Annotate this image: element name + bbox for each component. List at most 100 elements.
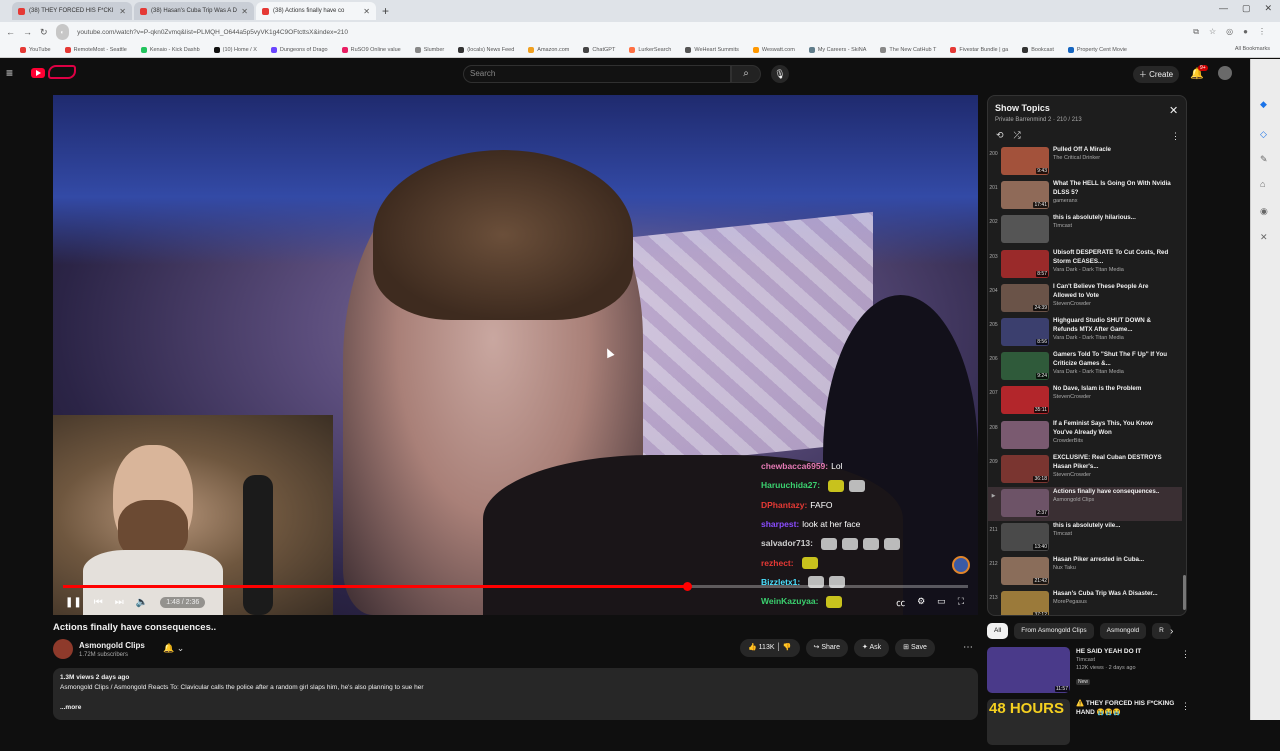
video-title[interactable]: No Dave, Islam is the Problem bbox=[1053, 384, 1171, 393]
game-icon[interactable]: ◉ bbox=[1260, 206, 1268, 217]
show-more-link[interactable]: ...more bbox=[60, 704, 971, 711]
tools-icon[interactable]: ✕ bbox=[1260, 232, 1268, 243]
close-tab-icon[interactable]: ✕ bbox=[241, 7, 248, 16]
subscribed-bell-icon[interactable]: 🔔 ⌄ bbox=[163, 643, 184, 654]
playlist-item[interactable]: 205 8:56 Highguard Studio SHUT DOWN & Refu… bbox=[988, 316, 1182, 350]
browser-tab[interactable]: (38) Hasan's Cuba Trip Was A D ✕ bbox=[134, 2, 254, 20]
extensions-icon[interactable]: ◎ bbox=[1226, 27, 1233, 37]
playlist-item[interactable]: 206 9:24 Gamers Told To "Shut The F Up" If… bbox=[988, 350, 1182, 384]
bookmark-item[interactable]: Weswatt.com bbox=[752, 46, 795, 53]
video-thumbnail[interactable]: 17:41 bbox=[1001, 181, 1049, 210]
microphone-icon[interactable]: 🎙 bbox=[771, 65, 789, 83]
fullscreen-icon[interactable]: ⛶ bbox=[958, 596, 964, 609]
playlist-item[interactable]: 208 If a Feminist Says This, You Know You… bbox=[988, 419, 1182, 453]
edit-icon[interactable]: ✎ bbox=[1260, 154, 1268, 165]
reload-icon[interactable]: ↻ bbox=[40, 27, 48, 38]
bookmark-item[interactable]: Property Cent Movie bbox=[1067, 46, 1127, 53]
playlist-item[interactable]: 207 35:11 No Dave, Islam is the Problem Ste… bbox=[988, 384, 1182, 418]
chip-all[interactable]: All bbox=[987, 623, 1009, 639]
bookmark-item[interactable]: RemoteMost - Seattle bbox=[64, 46, 127, 53]
bookmark-item[interactable]: RuSO9 Online value bbox=[341, 46, 401, 53]
bookmark-item[interactable]: (locals) News Feed bbox=[458, 46, 514, 53]
video-thumbnail[interactable]: 2:37 bbox=[1001, 488, 1049, 517]
pause-icon[interactable]: ❚❚ bbox=[65, 597, 82, 608]
volume-icon[interactable]: 🔈 bbox=[136, 597, 148, 608]
video-thumbnail[interactable]: 9:24 bbox=[1001, 352, 1049, 381]
bookmark-item[interactable]: My Careers - SkiNA bbox=[808, 46, 866, 53]
chip-from-channel[interactable]: From Asmongold Clips bbox=[1014, 623, 1094, 639]
ask-button[interactable]: ✦ Ask bbox=[854, 639, 890, 657]
video-title[interactable]: I Can't Believe These People Are Allowed… bbox=[1053, 282, 1171, 300]
save-button[interactable]: ⊞ Save bbox=[895, 639, 935, 657]
video-thumbnail[interactable]: 13:40 bbox=[1001, 523, 1049, 552]
profile-icon[interactable]: ● bbox=[1243, 27, 1248, 37]
video-progress-bar[interactable] bbox=[63, 582, 968, 591]
browser-tab-active[interactable]: (38) Actions finally have co ✕ bbox=[256, 2, 376, 20]
video-title[interactable]: What The HELL Is Going On With Nvidia DL… bbox=[1053, 179, 1171, 197]
video-thumbnail[interactable]: 24:39 bbox=[1001, 283, 1049, 312]
settings-gear-icon[interactable]: ⚙ bbox=[917, 596, 925, 609]
bookmark-item[interactable]: Dungeons of Drago bbox=[270, 46, 328, 53]
video-title[interactable]: ⚠️ THEY FORCED HIS F*CKING HAND 😭😭😭 bbox=[1076, 699, 1176, 717]
list-item[interactable]: 11:57 HE SAID YEAH DO IT Timcast 112K vi… bbox=[987, 647, 1197, 699]
loop-icon[interactable]: ⟲ bbox=[996, 130, 1004, 141]
bookmark-item[interactable]: ChatGPT bbox=[583, 46, 615, 53]
chip-more[interactable]: R bbox=[1152, 623, 1171, 639]
playlist-item[interactable]: 211 13:40 this is absolutely vile... Timcas… bbox=[988, 521, 1182, 555]
account-avatar[interactable] bbox=[1218, 66, 1232, 80]
playlist-item[interactable]: 202 this is absolutely hilarious... Timcas… bbox=[988, 213, 1182, 247]
bookmark-item[interactable]: Kenaio - Kick Dashb bbox=[140, 46, 200, 53]
bookmark-item[interactable]: Bookcast bbox=[1022, 46, 1054, 53]
video-title[interactable]: If a Feminist Says This, You Know You've… bbox=[1053, 419, 1171, 437]
video-thumbnail[interactable]: 48 HOURS bbox=[987, 699, 1070, 745]
playlist-item[interactable]: 200 9:43 Pulled Off A Miracle The Critical … bbox=[988, 145, 1182, 179]
video-thumbnail[interactable]: 37:12 bbox=[1001, 591, 1049, 615]
video-thumbnail[interactable]: 21:42 bbox=[1001, 557, 1049, 586]
video-title[interactable]: Actions finally have consequences.. bbox=[1053, 487, 1171, 496]
bookmark-star-icon[interactable]: ☆ bbox=[1209, 27, 1216, 37]
video-thumbnail[interactable]: 8:57 bbox=[1001, 249, 1049, 278]
bookmark-item[interactable]: Amazon.com bbox=[528, 46, 569, 53]
playlist-title[interactable]: Show Topics bbox=[995, 103, 1050, 113]
bookmark-item[interactable]: LurkerSearch bbox=[629, 46, 671, 53]
video-thumbnail[interactable]: 11:57 bbox=[987, 647, 1070, 693]
new-tab-icon[interactable]: + bbox=[382, 4, 389, 18]
more-actions-icon[interactable]: ⋯ bbox=[963, 642, 973, 653]
close-playlist-icon[interactable]: ✕ bbox=[1169, 104, 1178, 117]
video-title[interactable]: this is absolutely vile... bbox=[1053, 521, 1171, 530]
video-title[interactable]: Hasan Piker arrested in Cuba... bbox=[1053, 555, 1171, 564]
video-title[interactable]: this is absolutely hilarious... bbox=[1053, 213, 1171, 222]
chevron-right-icon[interactable]: › bbox=[1170, 626, 1173, 637]
chip-asmongold[interactable]: Asmongold bbox=[1099, 623, 1147, 639]
playlist-menu-icon[interactable]: ⋮ bbox=[1171, 131, 1180, 142]
playlist-item[interactable]: 201 17:41 What The HELL Is Going On With N… bbox=[988, 179, 1182, 213]
video-title[interactable]: Ubisoft DESPERATE To Cut Costs, Red Stor… bbox=[1053, 248, 1171, 266]
like-button[interactable]: 👍 113K │ 👎 bbox=[740, 639, 800, 657]
back-icon[interactable]: ← bbox=[6, 27, 15, 37]
playlist-scroll-thumb[interactable] bbox=[1183, 575, 1186, 610]
playlist-item[interactable]: 213 37:12 Hasan's Cuba Trip Was A Disaster… bbox=[988, 589, 1182, 615]
theater-mode-icon[interactable]: ▭ bbox=[937, 596, 946, 609]
bookmark-item[interactable]: The New CatHub T bbox=[880, 46, 936, 53]
more-options-icon[interactable]: ⋮ bbox=[1181, 649, 1190, 660]
close-tab-icon[interactable]: ✕ bbox=[363, 7, 370, 16]
share-button[interactable]: ↪ Share bbox=[805, 639, 849, 657]
youtube-logo-icon[interactable] bbox=[31, 68, 45, 78]
channel-avatar[interactable] bbox=[53, 639, 73, 659]
all-bookmarks[interactable]: All Bookmarks bbox=[1235, 46, 1270, 52]
maximize-icon[interactable]: ▢ bbox=[1242, 3, 1251, 14]
bookmark-item[interactable]: (10) Home / X bbox=[213, 46, 257, 53]
captions-icon[interactable]: ㏄ bbox=[896, 596, 905, 609]
playlist-item[interactable]: 212 21:42 Hasan Piker arrested in Cuba... N… bbox=[988, 555, 1182, 589]
video-title[interactable]: Highguard Studio SHUT DOWN & Refunds MTX… bbox=[1053, 316, 1171, 334]
forward-icon[interactable]: → bbox=[23, 27, 32, 37]
video-thumbnail[interactable]: 36:18 bbox=[1001, 454, 1049, 483]
shuffle-icon[interactable]: ⤮ bbox=[1014, 130, 1021, 141]
playlist-item[interactable]: 204 24:39 I Can't Believe These People Are… bbox=[988, 282, 1182, 316]
extension-icon[interactable]: ◇ bbox=[1260, 129, 1267, 140]
hamburger-menu-icon[interactable]: ≡ bbox=[6, 67, 17, 79]
url-field[interactable]: youtube.com/watch?v=P-qkn0Zvmq&list=PLMQ… bbox=[77, 29, 348, 36]
video-player[interactable]: chewbacca6959: Lol Haruuchida27: DPhantazy:… bbox=[53, 95, 978, 615]
video-title[interactable]: HE SAID YEAH DO IT bbox=[1076, 647, 1176, 656]
minimize-icon[interactable]: — bbox=[1219, 3, 1228, 14]
